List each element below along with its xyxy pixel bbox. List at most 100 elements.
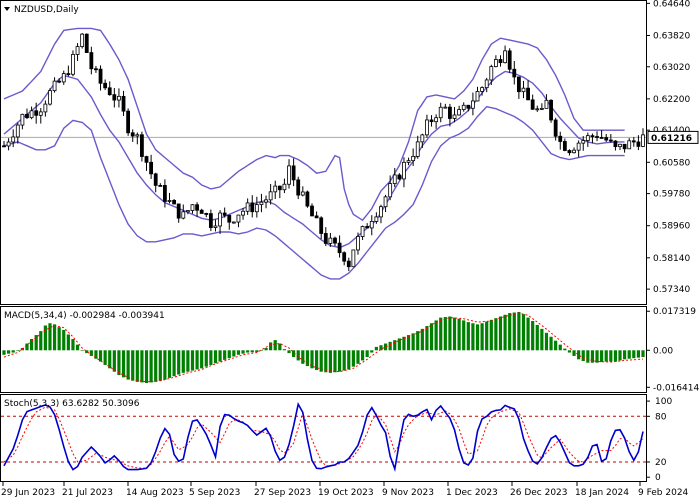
macd-bar[interactable] <box>480 323 484 351</box>
macd-bar[interactable] <box>337 350 342 372</box>
macd-bar[interactable] <box>443 317 447 351</box>
macd-bar[interactable] <box>333 350 337 373</box>
macd-bar[interactable] <box>374 346 378 351</box>
macd-bar[interactable] <box>457 318 461 351</box>
macd-bar[interactable] <box>485 321 489 351</box>
macd-bar[interactable] <box>200 350 204 369</box>
macd-bar[interactable] <box>52 324 57 351</box>
macd-bar[interactable] <box>370 350 374 353</box>
macd-bar[interactable] <box>2 350 6 355</box>
macd-bar[interactable] <box>508 313 512 351</box>
macd-bar[interactable] <box>126 350 130 380</box>
macd-bar[interactable] <box>489 319 493 351</box>
macd-bar[interactable] <box>255 350 259 353</box>
candle[interactable] <box>507 48 512 74</box>
macd-bar[interactable] <box>34 335 38 351</box>
macd-bar[interactable] <box>57 327 61 351</box>
macd-bar[interactable] <box>425 326 429 351</box>
macd-bar[interactable] <box>75 344 80 351</box>
macd-bar[interactable] <box>227 350 231 359</box>
chart-canvas[interactable]: 0.646400.638200.630200.622000.614000.605… <box>0 0 699 500</box>
macd-bar[interactable] <box>66 334 70 351</box>
macd-bar[interactable] <box>223 350 227 360</box>
macd-bar[interactable] <box>250 350 254 353</box>
macd-bar[interactable] <box>627 350 631 359</box>
macd-bar[interactable] <box>494 318 498 351</box>
macd-bar[interactable] <box>172 350 176 377</box>
macd-bar[interactable] <box>526 317 530 351</box>
macd-bar[interactable] <box>98 350 103 362</box>
macd-bar[interactable] <box>613 350 618 362</box>
macd-bar[interactable] <box>512 312 516 351</box>
macd-bar[interactable] <box>406 335 411 351</box>
macd-bar[interactable] <box>209 350 213 365</box>
macd-bar[interactable] <box>282 349 287 351</box>
candle[interactable] <box>305 190 310 208</box>
candle[interactable] <box>71 50 75 77</box>
macd-bar[interactable] <box>360 350 365 361</box>
macd-bar[interactable] <box>347 350 351 370</box>
macd-bar[interactable] <box>466 322 470 351</box>
macd-bar[interactable] <box>356 350 360 364</box>
macd-bar[interactable] <box>190 350 195 371</box>
macd-bar[interactable] <box>25 343 29 351</box>
macd-bar[interactable] <box>195 350 199 370</box>
macd-bar[interactable] <box>236 350 241 355</box>
macd-bar[interactable] <box>269 342 273 351</box>
macd-bar[interactable] <box>351 350 355 367</box>
candle[interactable] <box>84 33 89 53</box>
macd-bar[interactable] <box>590 350 595 363</box>
macd-bar[interactable] <box>71 339 75 351</box>
macd-bar[interactable] <box>218 350 222 362</box>
candle[interactable] <box>549 99 553 123</box>
macd-bar[interactable] <box>140 350 144 383</box>
macd-bar[interactable] <box>586 350 590 363</box>
macd-bar[interactable] <box>301 350 305 364</box>
macd-bar[interactable] <box>264 348 268 351</box>
candle[interactable] <box>351 249 356 268</box>
macd-bar[interactable] <box>471 323 475 351</box>
macd-bar[interactable] <box>600 350 604 363</box>
macd-bar[interactable] <box>577 350 581 360</box>
macd-bar[interactable] <box>531 320 535 351</box>
macd-bar[interactable] <box>397 338 401 351</box>
macd-bar[interactable] <box>131 350 135 381</box>
macd-bar[interactable] <box>158 350 162 381</box>
macd-bar[interactable] <box>11 350 15 353</box>
macd-bar[interactable] <box>305 350 310 367</box>
macd-bar[interactable] <box>135 350 139 382</box>
macd-bar[interactable] <box>121 350 126 378</box>
macd-bar[interactable] <box>163 350 167 380</box>
macd-bar[interactable] <box>521 314 526 351</box>
macd-bar[interactable] <box>498 316 503 351</box>
macd-bar[interactable] <box>632 350 636 359</box>
macd-bar[interactable] <box>16 350 20 351</box>
macd-bar[interactable] <box>544 332 549 351</box>
macd-bar[interactable] <box>103 350 107 365</box>
macd-bar[interactable] <box>623 350 627 360</box>
macd-bar[interactable] <box>475 324 480 351</box>
macd-bar[interactable] <box>181 350 185 373</box>
macd-bar[interactable] <box>342 350 346 371</box>
macd-bar[interactable] <box>452 317 457 351</box>
macd-bar[interactable] <box>149 350 153 383</box>
macd-bar[interactable] <box>112 350 116 372</box>
macd-bar[interactable] <box>641 350 645 358</box>
macd-bar[interactable] <box>186 350 190 372</box>
macd-bar[interactable] <box>324 350 328 373</box>
macd-bar[interactable] <box>80 350 84 351</box>
macd-bar[interactable] <box>609 350 613 362</box>
macd-bar[interactable] <box>618 350 622 361</box>
macd-bar[interactable] <box>439 317 443 351</box>
macd-bar[interactable] <box>549 336 553 351</box>
candle[interactable] <box>80 32 85 49</box>
macd-bar[interactable] <box>144 350 149 383</box>
macd-bar[interactable] <box>540 328 544 351</box>
macd-bar[interactable] <box>563 348 567 351</box>
macd-bar[interactable] <box>328 350 332 373</box>
macd-bar[interactable] <box>411 333 415 351</box>
macd-bar[interactable] <box>581 350 585 361</box>
macd-bar[interactable] <box>503 314 507 351</box>
macd-bar[interactable] <box>388 341 392 351</box>
macd-bar[interactable] <box>558 344 562 351</box>
